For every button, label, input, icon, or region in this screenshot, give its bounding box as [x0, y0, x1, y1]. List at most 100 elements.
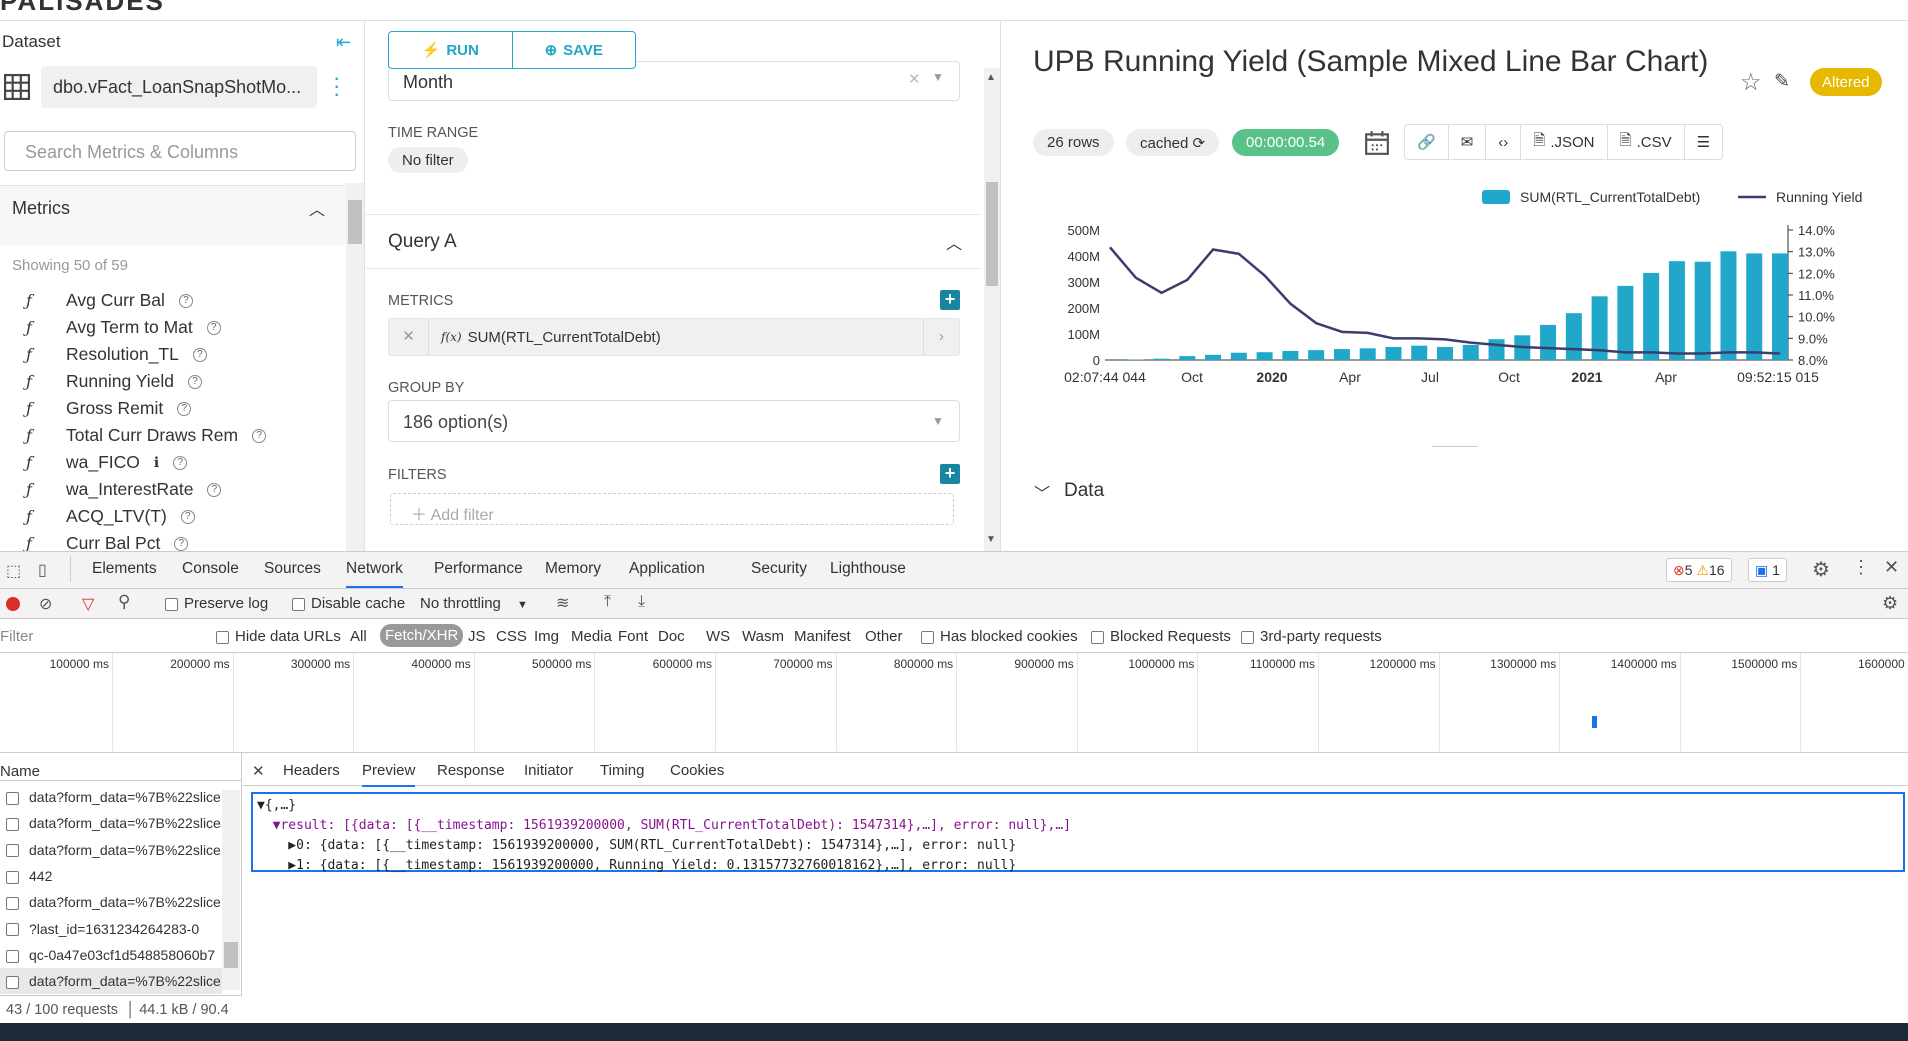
add-metric-button[interactable]: + [940, 290, 960, 310]
type-filter-wasm[interactable]: Wasm [742, 628, 784, 645]
checkbox[interactable] [216, 630, 229, 644]
add-filter-input[interactable]: ＋ Add filter [390, 493, 954, 525]
request-row[interactable]: ?last_id=1631234264283-0 [0, 916, 222, 942]
devtools-tab-elements[interactable]: Elements [92, 560, 157, 578]
dataset-more-icon[interactable]: · · · [333, 67, 340, 105]
help-icon[interactable]: ? [174, 536, 189, 551]
request-row[interactable]: 442 [0, 863, 222, 889]
network-settings-icon[interactable]: ⚙ [1882, 593, 1898, 614]
metric-list-item[interactable]: ƒ Resolution_TL? [26, 341, 207, 368]
detail-tab-response[interactable]: Response [437, 762, 505, 779]
checkbox[interactable] [1091, 630, 1104, 644]
metric-list-item[interactable]: ƒ wa_FICO ℹ? [26, 449, 188, 476]
help-icon[interactable]: ? [252, 428, 267, 443]
blocked-requests-checkbox[interactable]: Blocked Requests [1091, 628, 1231, 645]
filter-input[interactable]: Filter [0, 628, 200, 648]
settings-gear-icon[interactable]: ⚙ [1812, 557, 1830, 582]
chevron-down-icon[interactable]: ▼ [932, 414, 944, 428]
calendar-icon[interactable] [1364, 130, 1390, 156]
hide-data-urls-checkbox[interactable]: Hide data URLs [216, 628, 341, 645]
help-icon[interactable]: ? [207, 482, 222, 497]
checkbox[interactable] [6, 844, 19, 858]
throttling-select[interactable]: No throttling ▼ [420, 595, 528, 612]
type-filter-css[interactable]: CSS [496, 628, 527, 645]
save-button[interactable]: ⊕ SAVE [513, 32, 636, 68]
help-icon[interactable]: ? [188, 374, 202, 389]
metric-list-item[interactable]: ƒ Gross Remit? [26, 395, 192, 422]
devtools-tab-sources[interactable]: Sources [264, 560, 321, 578]
issues-counter[interactable]: ⊗5 ⚠16 [1666, 558, 1732, 582]
help-icon[interactable]: ? [192, 347, 207, 362]
cached-badge[interactable]: cached ⟳ [1126, 129, 1220, 156]
checkbox[interactable] [292, 597, 305, 611]
type-filter-all[interactable]: All [350, 628, 367, 645]
export-icon[interactable]: ⤓ [638, 593, 645, 611]
request-list-scrollbar-thumb[interactable] [224, 942, 238, 968]
metrics-search-input[interactable]: Search Metrics & Columns [4, 131, 356, 171]
export-csv-button[interactable]: 🗎 .CSV [1608, 125, 1685, 159]
type-filter-manifest[interactable]: Manifest [794, 628, 851, 645]
help-icon[interactable]: ? [173, 455, 188, 470]
type-filter-ws[interactable]: WS [706, 628, 730, 645]
devtools-tab-console[interactable]: Console [182, 560, 239, 578]
devtools-tab-performance[interactable]: Performance [434, 560, 523, 578]
remove-icon[interactable]: ✕ [389, 319, 429, 355]
edit-icon[interactable]: ✎ [1774, 70, 1790, 93]
devtools-tab-network[interactable]: Network [346, 560, 403, 588]
metric-list-item[interactable]: ƒ Avg Term to Mat? [26, 314, 221, 341]
import-icon[interactable]: ⤒ [604, 593, 611, 611]
menu-icon[interactable]: ☰ [1685, 125, 1722, 159]
name-column-header[interactable]: Name [0, 763, 40, 780]
detail-tab-timing[interactable]: Timing [600, 762, 644, 779]
request-row[interactable]: data?form_data=%7B%22slice [0, 889, 222, 915]
request-row[interactable]: data?form_data=%7B%22slice [0, 968, 222, 995]
type-filter-fetchxhr[interactable]: Fetch/XHR [380, 624, 464, 647]
type-filter-doc[interactable]: Doc [658, 628, 685, 645]
chevron-down-icon[interactable]: ﹀ [1034, 480, 1050, 504]
collapse-panel-icon[interactable]: ⇤ [336, 32, 351, 53]
request-row[interactable]: data?form_data=%7B%22slice [0, 837, 222, 863]
devtools-tab-application[interactable]: Application [629, 560, 705, 578]
checkbox[interactable] [6, 923, 19, 937]
chevron-up-icon[interactable]: ︿ [309, 196, 325, 220]
disable-cache-checkbox[interactable]: Disable cache [292, 595, 405, 612]
close-devtools-icon[interactable]: ✕ [1884, 557, 1899, 578]
scroll-down-icon[interactable]: ▼ [986, 534, 996, 545]
request-row[interactable]: qc-0a47e03cf1d548858060b7 [0, 942, 222, 968]
groupby-select[interactable]: 186 option(s) [388, 400, 960, 442]
resize-handle[interactable] [1432, 446, 1478, 447]
left-scrollbar-thumb[interactable] [348, 200, 362, 244]
detail-tab-preview[interactable]: Preview [362, 762, 416, 787]
third-party-checkbox[interactable]: 3rd-party requests [1241, 628, 1382, 645]
json-item-1-line[interactable]: ▶1: {data: [{__timestamp: 1561939200000,… [257, 856, 1899, 876]
more-vertical-icon[interactable]: ⋮ [1852, 557, 1870, 578]
metric-list-item[interactable]: ƒ Avg Curr Bal? [26, 287, 193, 314]
time-range-value[interactable]: No filter [388, 147, 468, 173]
metric-list-item[interactable]: ƒ Total Curr Draws Rem? [26, 422, 267, 449]
network-conditions-icon[interactable]: ≋ [556, 593, 569, 613]
checkbox[interactable] [6, 791, 19, 805]
link-icon[interactable]: 🔗 [1405, 125, 1449, 159]
altered-badge[interactable]: Altered [1810, 68, 1882, 96]
data-section-title[interactable]: Data [1064, 480, 1104, 502]
inspect-icon[interactable]: ⬚ [6, 561, 21, 581]
preserve-log-checkbox[interactable]: Preserve log [165, 595, 268, 612]
type-filter-font[interactable]: Font [618, 628, 648, 645]
checkbox[interactable] [6, 818, 19, 832]
checkbox[interactable] [6, 896, 19, 910]
request-row[interactable]: data?form_data=%7B%22slice [0, 810, 222, 836]
export-json-button[interactable]: 🗎 .JSON [1521, 125, 1608, 159]
add-filter-button[interactable]: + [940, 464, 960, 484]
checkbox[interactable] [1241, 630, 1254, 644]
middle-scrollbar-thumb[interactable] [986, 182, 998, 286]
type-filter-img[interactable]: Img [534, 628, 559, 645]
json-root-line[interactable]: ▼{,…} [257, 796, 1899, 816]
scroll-up-icon[interactable]: ▲ [986, 72, 996, 83]
help-icon[interactable]: ? [178, 293, 193, 308]
checkbox[interactable] [6, 870, 19, 884]
chevron-down-icon[interactable]: ▼ [932, 70, 944, 84]
json-preview[interactable]: ▼{,…} ▼result: [{data: [{__timestamp: 15… [251, 792, 1905, 873]
type-filter-media[interactable]: Media [571, 628, 612, 645]
middle-scrollbar[interactable] [984, 68, 1000, 551]
metric-list-item[interactable]: ƒ Running Yield? [26, 368, 202, 395]
